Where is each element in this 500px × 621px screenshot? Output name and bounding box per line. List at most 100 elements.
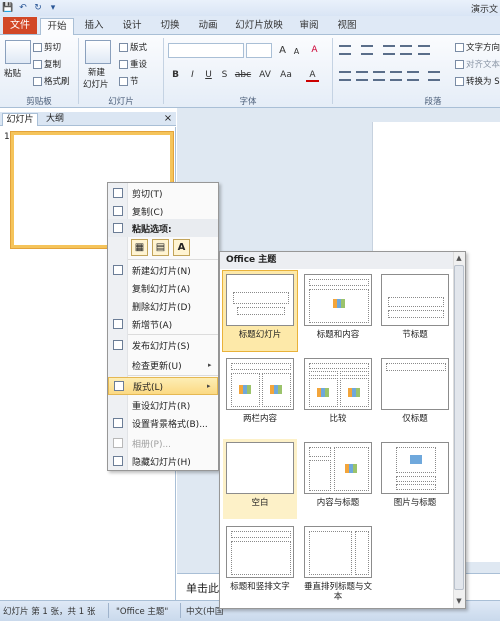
- bullets-icon[interactable]: [339, 45, 351, 55]
- clear-format-button[interactable]: A: [308, 44, 321, 57]
- underline-button[interactable]: U: [202, 69, 215, 82]
- italic-button[interactable]: I: [186, 69, 199, 82]
- paste-icon[interactable]: [5, 40, 31, 64]
- layout-label: 标题幻灯片: [238, 330, 282, 340]
- paste-button[interactable]: 粘贴: [4, 67, 21, 79]
- menu-item-layout[interactable]: 版式(L) ▸: [108, 377, 218, 395]
- font-name-box[interactable]: [168, 43, 244, 58]
- paste-option-theme[interactable]: ▦: [131, 239, 148, 256]
- tab-outline-panel[interactable]: 大纲: [40, 113, 70, 126]
- tab-review[interactable]: 审阅: [294, 18, 324, 35]
- align-left-icon[interactable]: [339, 71, 351, 81]
- layout-tile-title-vertical-text[interactable]: 标题和竖排文字: [223, 523, 297, 603]
- menu-item-add-section[interactable]: 新增节(A): [108, 315, 218, 333]
- menu-item-check-updates[interactable]: 检查更新(U) ▸: [108, 356, 218, 374]
- font-size-box[interactable]: [246, 43, 272, 58]
- status-language[interactable]: 中文(中国: [186, 605, 223, 617]
- scrollbar-thumb[interactable]: [454, 265, 464, 590]
- numbering-icon[interactable]: [361, 45, 373, 55]
- copy-icon: [113, 206, 123, 216]
- align-text-button[interactable]: 对齐文本: [455, 58, 500, 70]
- bold-button[interactable]: B: [169, 69, 182, 82]
- layout-thumbnail: [226, 274, 294, 326]
- tab-design[interactable]: 设计: [117, 18, 147, 35]
- menu-item-delete-slide[interactable]: 删除幻灯片(D): [108, 297, 218, 315]
- layout-button[interactable]: 版式: [119, 41, 147, 53]
- section-button[interactable]: 节: [119, 75, 139, 87]
- layout-tile-title-only[interactable]: 仅标题: [378, 355, 452, 435]
- close-icon[interactable]: ×: [162, 113, 174, 125]
- redo-icon[interactable]: ↻: [32, 2, 44, 14]
- justify-icon[interactable]: [390, 71, 402, 81]
- menu-item-label: 设置背景格式(B)...: [132, 419, 208, 430]
- undo-icon[interactable]: ↶: [17, 2, 29, 14]
- quick-access-toolbar: 💾 ↶ ↻ ▾: [2, 1, 59, 15]
- layout-tile-two-content[interactable]: 两栏内容: [223, 355, 297, 435]
- tab-slides-panel[interactable]: 幻灯片: [2, 113, 38, 126]
- new-slide-icon[interactable]: [85, 40, 111, 64]
- copy-button[interactable]: 复制: [33, 58, 61, 70]
- text-direction-button[interactable]: 文字方向: [455, 41, 500, 53]
- tab-slideshow[interactable]: 幻灯片放映: [232, 18, 286, 35]
- new-slide-label-2[interactable]: 幻灯片: [83, 78, 109, 90]
- layout-tile-picture-caption[interactable]: 图片与标题: [378, 439, 452, 519]
- tab-file[interactable]: 文件: [3, 17, 37, 34]
- shadow-s-button[interactable]: S: [218, 69, 231, 82]
- menu-separator: [128, 375, 218, 376]
- customize-qat-icon[interactable]: ▾: [47, 2, 59, 14]
- change-case-button[interactable]: Aa: [278, 69, 294, 82]
- align-center-icon[interactable]: [356, 71, 368, 81]
- paste-option-text[interactable]: A: [173, 239, 190, 256]
- menu-item-hide-slide[interactable]: 隐藏幻灯片(H): [108, 452, 218, 470]
- scroll-up-icon[interactable]: ▲: [453, 253, 465, 264]
- layout-tile-blank[interactable]: 空白: [223, 439, 297, 519]
- align-right-icon[interactable]: [373, 71, 385, 81]
- menu-item-label: 发布幻灯片(S): [132, 341, 190, 352]
- cut-button[interactable]: 剪切: [33, 41, 61, 53]
- layout-icon: [114, 381, 124, 391]
- tab-animations[interactable]: 动画: [193, 18, 223, 35]
- save-icon[interactable]: 💾: [2, 2, 14, 14]
- shrink-font-button[interactable]: A: [290, 45, 303, 58]
- menu-item-duplicate-slide[interactable]: 复制幻灯片(A): [108, 279, 218, 297]
- convert-smartart-button[interactable]: 转换为 S: [455, 75, 500, 87]
- layout-label: 两栏内容: [242, 414, 277, 424]
- tab-insert[interactable]: 插入: [80, 18, 108, 35]
- font-color-button[interactable]: A: [306, 69, 319, 82]
- layout-tile-title-content[interactable]: 标题和内容: [301, 271, 375, 351]
- decrease-indent-icon[interactable]: [383, 45, 395, 55]
- strikethrough-button[interactable]: abc: [234, 69, 252, 82]
- menu-item-format-background[interactable]: 设置背景格式(B)...: [108, 414, 218, 432]
- char-spacing-button[interactable]: AV: [257, 69, 273, 82]
- line-spacing-icon[interactable]: [418, 45, 430, 55]
- distribute-icon[interactable]: [407, 71, 419, 81]
- layout-tile-title-slide[interactable]: 标题幻灯片: [222, 270, 298, 352]
- format-painter-button[interactable]: 格式刷: [33, 75, 70, 87]
- gallery-title: Office 主题: [220, 252, 453, 269]
- tab-transitions[interactable]: 切换: [155, 18, 185, 35]
- columns-icon[interactable]: [428, 71, 440, 81]
- submenu-arrow-icon: ▸: [207, 382, 211, 390]
- menu-item-cut[interactable]: 剪切(T): [108, 184, 218, 202]
- menu-item-publish-slides[interactable]: 发布幻灯片(S): [108, 336, 218, 354]
- layout-tile-section-header[interactable]: 节标题: [378, 271, 452, 351]
- reset-button[interactable]: 重设: [119, 58, 147, 70]
- layout-label: 垂直排列标题与文本: [303, 582, 372, 602]
- layout-tile-vertical-title-text[interactable]: 垂直排列标题与文本: [301, 523, 375, 603]
- tab-view[interactable]: 视图: [332, 18, 362, 35]
- align-text-label: 对齐文本: [466, 60, 500, 70]
- layout-tile-comparison[interactable]: 比较: [301, 355, 375, 435]
- menu-item-copy[interactable]: 复制(C): [108, 202, 218, 220]
- increase-indent-icon[interactable]: [400, 45, 412, 55]
- tab-home[interactable]: 开始: [40, 18, 74, 35]
- layout-label: 标题和竖排文字: [230, 582, 290, 592]
- status-theme[interactable]: "Office 主题": [116, 605, 168, 617]
- grow-font-button[interactable]: A: [276, 44, 289, 57]
- menu-item-reset-slide[interactable]: 重设幻灯片(R): [108, 396, 218, 414]
- menu-item-label: 新增节(A): [132, 320, 173, 331]
- layout-tile-content-caption[interactable]: 内容与标题: [301, 439, 375, 519]
- new-slide-label-1[interactable]: 新建: [88, 66, 105, 78]
- scroll-down-icon[interactable]: ▼: [453, 596, 465, 607]
- paste-option-source[interactable]: ▤: [152, 239, 169, 256]
- menu-item-new-slide[interactable]: 新建幻灯片(N): [108, 261, 218, 279]
